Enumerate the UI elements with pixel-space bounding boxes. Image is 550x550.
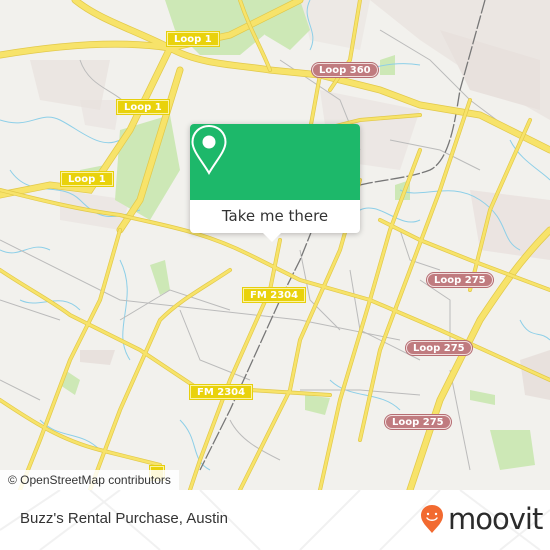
map-attribution[interactable]: © OpenStreetMap contributors [0, 470, 179, 490]
moovit-logo[interactable]: moovit [420, 502, 543, 536]
map-view[interactable]: Loop 1 Loop 1 Loop 1 Loop 360 FM 2304 FM… [0, 0, 550, 490]
road-label-loop275: Loop 275 [385, 415, 451, 429]
road-label-loop360: Loop 360 [312, 63, 378, 77]
footer-bar: Buzz's Rental Purchase, Austin moovit [0, 490, 550, 550]
location-popup[interactable]: Take me there [190, 124, 360, 242]
map-tiles [0, 0, 550, 490]
road-label-loop275: Loop 275 [427, 273, 493, 287]
map-pin-icon [191, 124, 227, 175]
road-label-loop1: Loop 1 [116, 99, 170, 115]
road-label-loop1: Loop 1 [60, 171, 114, 187]
road-label-fm2304: FM 2304 [188, 384, 254, 400]
road-label-loop1: Loop 1 [166, 31, 220, 47]
moovit-wordmark: moovit [448, 502, 543, 536]
popup-pointer [262, 232, 282, 242]
place-title: Buzz's Rental Purchase, Austin [20, 510, 228, 527]
popup-header[interactable] [190, 124, 360, 200]
moovit-pin-icon [421, 505, 443, 533]
road-label-loop275: Loop 275 [406, 341, 472, 355]
road-label-fm2304: FM 2304 [241, 287, 307, 303]
take-me-there-button[interactable]: Take me there [190, 200, 360, 233]
